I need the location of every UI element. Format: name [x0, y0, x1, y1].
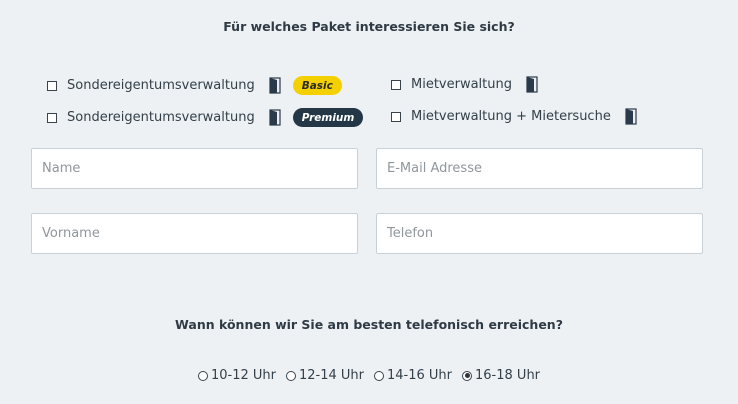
- package-option-mietverwaltung[interactable]: Mietverwaltung: [391, 76, 538, 93]
- time-slot-10-12[interactable]: 10-12 Uhr: [197, 368, 276, 383]
- firstname-field[interactable]: [31, 213, 358, 254]
- package-option-sondereigentum-basic[interactable]: Sondereigentumsverwaltung Basic: [47, 76, 342, 95]
- package-question: Für welches Paket interessieren Sie sich…: [223, 19, 515, 34]
- radio-button[interactable]: [285, 370, 296, 381]
- time-slot-label: 10-12 Uhr: [210, 368, 276, 383]
- checkbox[interactable]: [391, 111, 401, 122]
- package-label: Mietverwaltung: [411, 77, 512, 92]
- basic-badge: Basic: [292, 76, 342, 95]
- name-field[interactable]: [31, 148, 358, 189]
- radio-button[interactable]: [374, 370, 384, 381]
- time-slot-12-14[interactable]: 12-14 Uhr: [285, 368, 364, 383]
- door-icon: [269, 77, 281, 94]
- premium-badge: Premium: [292, 108, 364, 127]
- contact-question: Wann können wir Sie am besten telefonisc…: [175, 317, 563, 332]
- radio-button[interactable]: [197, 370, 208, 381]
- radio-dot: [464, 373, 470, 378]
- checkbox[interactable]: [391, 79, 401, 90]
- package-label: Sondereigentumsverwaltung: [67, 78, 255, 93]
- radio-button-selected[interactable]: [462, 370, 473, 381]
- time-slot-label: 12-14 Uhr: [298, 368, 364, 383]
- package-label: Mietverwaltung + Mietersuche: [411, 109, 611, 124]
- time-slot-14-16[interactable]: 14-16 Uhr: [374, 368, 452, 383]
- phone-field[interactable]: [376, 213, 703, 254]
- package-option-mietverwaltung-mietersuche[interactable]: Mietverwaltung + Mietersuche: [391, 108, 637, 125]
- package-option-sondereigentum-premium[interactable]: Sondereigentumsverwaltung Premium: [47, 108, 364, 127]
- door-icon: [625, 108, 637, 125]
- time-slot-group: 10-12 Uhr 12-14 Uhr 14-16 Uhr 16-18 Uhr: [0, 368, 738, 383]
- checkbox[interactable]: [47, 112, 57, 123]
- email-field[interactable]: [376, 148, 703, 189]
- door-icon: [269, 109, 281, 126]
- package-label: Sondereigentumsverwaltung: [67, 110, 255, 125]
- door-icon: [526, 76, 538, 93]
- time-slot-label: 14-16 Uhr: [387, 368, 453, 383]
- time-slot-16-18[interactable]: 16-18 Uhr: [462, 368, 540, 383]
- checkbox[interactable]: [47, 80, 57, 91]
- time-slot-label: 16-18 Uhr: [475, 368, 541, 383]
